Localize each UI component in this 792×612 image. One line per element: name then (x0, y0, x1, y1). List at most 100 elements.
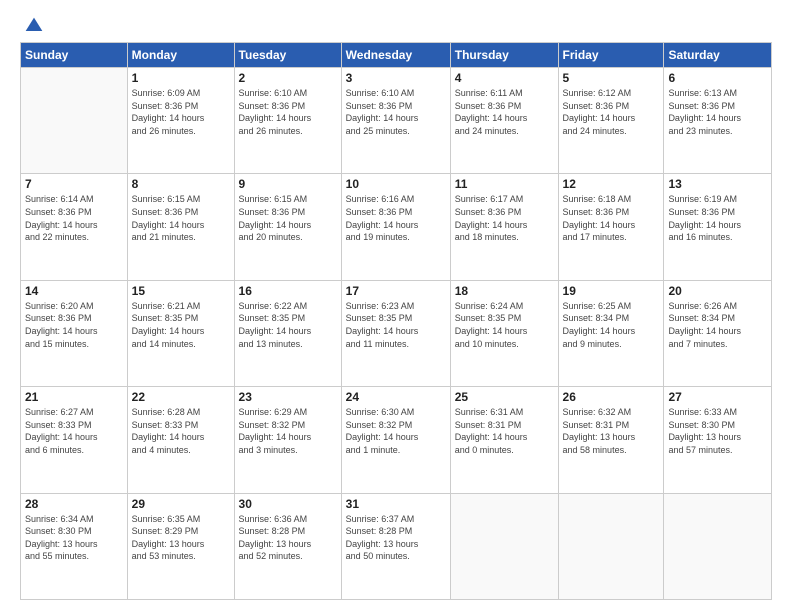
day-info-line: Sunrise: 6:15 AM (132, 193, 230, 206)
calendar-cell: 24Sunrise: 6:30 AMSunset: 8:32 PMDayligh… (341, 387, 450, 493)
day-info-line: Sunrise: 6:12 AM (563, 87, 660, 100)
day-number: 17 (346, 284, 446, 298)
header-tuesday: Tuesday (234, 43, 341, 68)
header-thursday: Thursday (450, 43, 558, 68)
day-number: 16 (239, 284, 337, 298)
calendar-cell: 21Sunrise: 6:27 AMSunset: 8:33 PMDayligh… (21, 387, 128, 493)
calendar-week-row: 21Sunrise: 6:27 AMSunset: 8:33 PMDayligh… (21, 387, 772, 493)
logo-icon (24, 16, 44, 36)
day-number: 18 (455, 284, 554, 298)
calendar-cell: 15 Sunrise: 6:21 AMSunset: 8:35 PMDayligh… (127, 280, 234, 386)
day-info-line: Daylight: 14 hours (563, 112, 660, 125)
day-info-line: Sunrise: 6:15 AM (239, 193, 337, 206)
day-info-line: Sunrise: 6:23 AM (346, 300, 446, 313)
calendar-table: Sunday Monday Tuesday Wednesday Thursday… (20, 42, 772, 600)
day-info-line: Sunset: 8:36 PM (132, 100, 230, 113)
calendar-cell: 27Sunrise: 6:33 AMSunset: 8:30 PMDayligh… (664, 387, 772, 493)
day-info-line: Sunset: 8:33 PM (25, 419, 123, 432)
day-info-line: Sunset: 8:36 PM (25, 312, 123, 325)
day-info-line: and 7 minutes. (668, 338, 767, 351)
day-info-line: and 4 minutes. (132, 444, 230, 457)
day-info-line: and 13 minutes. (239, 338, 337, 351)
calendar-cell (558, 493, 664, 599)
day-info-line: Daylight: 14 hours (668, 325, 767, 338)
day-info-line: and 17 minutes. (563, 231, 660, 244)
calendar-cell: 9Sunrise: 6:15 AMSunset: 8:36 PMDaylight… (234, 174, 341, 280)
calendar-cell (664, 493, 772, 599)
calendar-cell: 11Sunrise: 6:17 AMSunset: 8:36 PMDayligh… (450, 174, 558, 280)
calendar-cell: 18Sunrise: 6:24 AMSunset: 8:35 PMDayligh… (450, 280, 558, 386)
day-info-line: and 22 minutes. (25, 231, 123, 244)
day-info-line: and 3 minutes. (239, 444, 337, 457)
calendar-cell: 13Sunrise: 6:19 AMSunset: 8:36 PMDayligh… (664, 174, 772, 280)
day-info-line: Sunrise: 6:29 AM (239, 406, 337, 419)
header-wednesday: Wednesday (341, 43, 450, 68)
day-info-line: and 57 minutes. (668, 444, 767, 457)
day-info-line: Sunset: 8:35 PM (132, 312, 230, 325)
day-info-line: Daylight: 14 hours (455, 325, 554, 338)
day-info-line: Daylight: 14 hours (346, 431, 446, 444)
day-info-line: Sunrise: 6:24 AM (455, 300, 554, 313)
day-info-line: Daylight: 14 hours (668, 112, 767, 125)
day-number: 1 (132, 71, 230, 85)
day-info-line: Sunset: 8:36 PM (132, 206, 230, 219)
day-number: 25 (455, 390, 554, 404)
day-number: 15 (132, 284, 230, 298)
day-info-line: and 14 minutes. (132, 338, 230, 351)
day-info-line: Daylight: 14 hours (455, 112, 554, 125)
calendar-cell: 28Sunrise: 6:34 AMSunset: 8:30 PMDayligh… (21, 493, 128, 599)
day-info-line: and 9 minutes. (563, 338, 660, 351)
day-info-line: Daylight: 14 hours (132, 219, 230, 232)
day-info-line: Daylight: 14 hours (132, 325, 230, 338)
day-number: 27 (668, 390, 767, 404)
day-info-line: Daylight: 14 hours (668, 219, 767, 232)
day-info-line: Sunset: 8:29 PM (132, 525, 230, 538)
calendar-cell: 5Sunrise: 6:12 AMSunset: 8:36 PMDaylight… (558, 68, 664, 174)
day-number: 10 (346, 177, 446, 191)
header (20, 16, 772, 32)
day-number: 6 (668, 71, 767, 85)
day-number: 29 (132, 497, 230, 511)
day-info-line: Daylight: 13 hours (239, 538, 337, 551)
day-info-line: Daylight: 14 hours (239, 431, 337, 444)
day-info-line: and 18 minutes. (455, 231, 554, 244)
day-info-line: Sunset: 8:36 PM (563, 100, 660, 113)
day-number: 2 (239, 71, 337, 85)
day-info-line: Daylight: 14 hours (239, 219, 337, 232)
header-friday: Friday (558, 43, 664, 68)
day-info-line: Sunrise: 6:17 AM (455, 193, 554, 206)
day-number: 9 (239, 177, 337, 191)
day-info-line: Sunrise: 6:25 AM (563, 300, 660, 313)
day-info-line: Sunrise: 6:28 AM (132, 406, 230, 419)
day-info-line: Sunrise: 6:22 AM (239, 300, 337, 313)
day-info-line: Daylight: 14 hours (455, 219, 554, 232)
day-info-line: Sunrise: 6:35 AM (132, 513, 230, 526)
calendar-cell: 30Sunrise: 6:36 AMSunset: 8:28 PMDayligh… (234, 493, 341, 599)
calendar-cell (450, 493, 558, 599)
day-info-line: and 19 minutes. (346, 231, 446, 244)
calendar-cell: 29Sunrise: 6:35 AMSunset: 8:29 PMDayligh… (127, 493, 234, 599)
day-info-line: and 55 minutes. (25, 550, 123, 563)
day-info-line: Sunrise: 6:16 AM (346, 193, 446, 206)
header-monday: Monday (127, 43, 234, 68)
day-info-line: Sunrise: 6:21 AM (132, 300, 230, 313)
day-info-line: and 25 minutes. (346, 125, 446, 138)
day-info-line: and 11 minutes. (346, 338, 446, 351)
day-info-line: Sunrise: 6:26 AM (668, 300, 767, 313)
day-info-line: and 10 minutes. (455, 338, 554, 351)
day-info-line: and 21 minutes. (132, 231, 230, 244)
day-number: 26 (563, 390, 660, 404)
day-info-line: Daylight: 14 hours (346, 112, 446, 125)
day-info-line: and 53 minutes. (132, 550, 230, 563)
day-number: 11 (455, 177, 554, 191)
header-sunday: Sunday (21, 43, 128, 68)
day-info-line: and 23 minutes. (668, 125, 767, 138)
logo (20, 16, 44, 32)
day-info-line: Daylight: 14 hours (455, 431, 554, 444)
day-info-line: Daylight: 13 hours (563, 431, 660, 444)
calendar-cell: 2Sunrise: 6:10 AMSunset: 8:36 PMDaylight… (234, 68, 341, 174)
day-info-line: Sunset: 8:35 PM (346, 312, 446, 325)
day-info-line: Sunrise: 6:27 AM (25, 406, 123, 419)
calendar-cell: 6Sunrise: 6:13 AMSunset: 8:36 PMDaylight… (664, 68, 772, 174)
calendar-cell: 20Sunrise: 6:26 AMSunset: 8:34 PMDayligh… (664, 280, 772, 386)
